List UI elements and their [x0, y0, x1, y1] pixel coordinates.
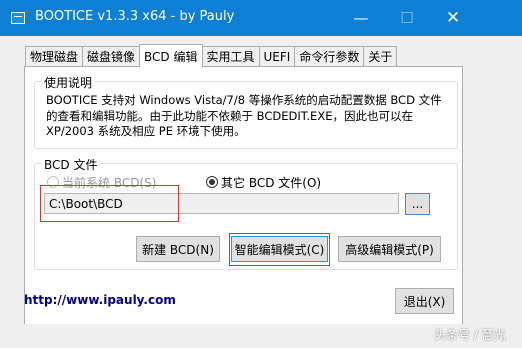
radio-other-label: 其它 BCD 文件(O) — [221, 176, 322, 190]
new-bcd-button[interactable]: 新建 BCD(N) — [136, 236, 220, 262]
watermark-text: 头条号 / 慧光 — [434, 328, 506, 342]
tab-command-line[interactable]: 命令行参数 — [294, 46, 365, 66]
app-icon — [11, 12, 25, 24]
highlight-box-smart-edit — [229, 233, 330, 266]
radio-other-bcd-file[interactable] — [206, 176, 218, 188]
tab-utilities[interactable]: 实用工具 — [201, 46, 260, 66]
exit-button[interactable]: 退出(X) — [395, 288, 454, 314]
tab-strip: 物理磁盘 磁盘镜像 BCD 编辑 实用工具 UEFI 命令行参数 关于 — [25, 44, 398, 67]
usage-line: 的查看和编辑功能。由于此功能不依赖于 BCDEDIT.EXE，因此也可以在 — [46, 108, 413, 123]
website-link[interactable]: http://www.ipauly.com — [24, 293, 176, 307]
window-title: BOOTICE v1.3.3 x64 - by Pauly — [35, 9, 235, 24]
usage-line: BOOTICE 支持对 Windows Vista/7/8 等操作系统的启动配置… — [46, 93, 442, 107]
usage-description: BOOTICE 支持对 Windows Vista/7/8 等操作系统的启动配置… — [46, 93, 451, 140]
title-bar: BOOTICE v1.3.3 x64 - by Pauly — ☐ ✕ — [0, 0, 522, 36]
close-button[interactable]: ✕ — [430, 0, 476, 36]
tab-physical-disk[interactable]: 物理磁盘 — [25, 46, 84, 66]
usage-line: XP/2003 系统及相应 PE 环境下使用。 — [46, 124, 246, 138]
minimize-button[interactable]: — — [338, 0, 384, 36]
browse-button[interactable]: ... — [405, 193, 430, 215]
tab-about[interactable]: 关于 — [363, 46, 398, 66]
maximize-button[interactable]: ☐ — [384, 0, 430, 36]
tab-uefi[interactable]: UEFI — [258, 46, 296, 66]
tab-disk-image[interactable]: 磁盘镜像 — [82, 46, 141, 66]
advanced-edit-mode-button[interactable]: 高级编辑模式(P) — [338, 236, 441, 262]
usage-group-title: 使用说明 — [41, 74, 96, 91]
bcd-group-title: BCD 文件 — [41, 156, 101, 173]
tab-bcd-edit[interactable]: BCD 编辑 — [139, 44, 203, 67]
highlight-box-path — [40, 185, 179, 222]
